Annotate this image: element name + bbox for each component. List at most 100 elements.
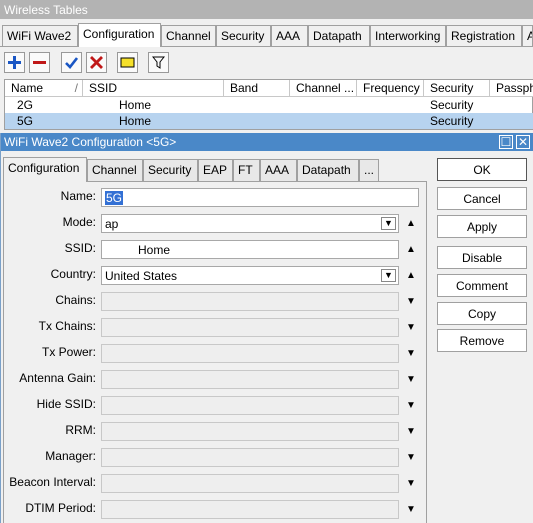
maximize-icon[interactable]: ☐ <box>499 135 513 149</box>
ssid-label: SSID: <box>64 241 96 255</box>
antenna-gain-label: Antenna Gain: <box>19 371 96 385</box>
dialog-tab-more[interactable]: ... <box>359 159 379 181</box>
dropdown-icon[interactable]: ▼ <box>381 217 396 230</box>
tx-chains-label: Tx Chains: <box>38 319 96 333</box>
rrm-field[interactable] <box>101 422 399 441</box>
country-select[interactable]: United States ▼ <box>101 266 399 285</box>
config-dialog: WiFi Wave2 Configuration <5G> ☐ ✕ Config… <box>0 133 533 523</box>
sort-icon: / <box>74 81 78 95</box>
manager-label: Manager: <box>45 449 96 463</box>
column-header-name[interactable]: Name / <box>5 80 83 97</box>
expand-icon[interactable]: ▼ <box>406 478 416 489</box>
column-header-frequency[interactable]: Frequency <box>357 80 424 97</box>
dialog-title-text: WiFi Wave2 Configuration <5G> <box>4 135 177 149</box>
tab-security[interactable]: Security <box>216 25 271 46</box>
tab-registration[interactable]: Registration <box>446 25 522 46</box>
mode-label: Mode: <box>62 215 96 229</box>
expand-icon[interactable]: ▼ <box>406 426 416 437</box>
table-row[interactable]: 2G Home Security <box>5 97 533 113</box>
cell-name: 2G <box>17 98 34 112</box>
dtim-period-label: DTIM Period: <box>25 501 96 515</box>
copy-button[interactable]: Copy <box>437 302 527 325</box>
disable-button[interactable]: Disable <box>437 246 527 269</box>
cell-security: Security <box>430 98 474 112</box>
tables-tabbar: WiFi Wave2 Configuration Channel Securit… <box>0 23 533 47</box>
check-icon[interactable] <box>61 52 82 73</box>
antenna-gain-field[interactable] <box>101 370 399 389</box>
country-label: Country: <box>50 267 96 281</box>
tx-chains-field[interactable] <box>101 318 399 337</box>
tab-wifi-wave2[interactable]: WiFi Wave2 <box>2 25 78 46</box>
collapse-icon[interactable]: ▲ <box>406 218 416 229</box>
note-icon[interactable] <box>117 52 138 73</box>
cell-name: 5G <box>17 114 34 128</box>
name-field[interactable]: 5G <box>101 188 419 207</box>
dialog-tab-configuration[interactable]: Configuration <box>3 157 87 182</box>
dialog-tab-datapath[interactable]: Datapath <box>297 159 359 181</box>
cell-ssid: Home <box>119 98 152 112</box>
ok-button[interactable]: OK <box>437 158 527 181</box>
collapse-icon[interactable]: ▲ <box>406 270 416 281</box>
table-row[interactable]: 5G Home Security <box>5 113 533 129</box>
dialog-tabbar: Configuration Channel Security EAP FT AA… <box>3 157 383 182</box>
tab-interworking[interactable]: Interworking <box>370 25 446 46</box>
column-name-label: Name <box>11 81 44 95</box>
beacon-interval-field[interactable] <box>101 474 399 493</box>
name-label: Name: <box>60 189 96 203</box>
column-header-ssid[interactable]: SSID <box>83 80 224 97</box>
cancel-button[interactable]: Cancel <box>437 187 527 210</box>
filter-icon[interactable] <box>148 52 169 73</box>
expand-icon[interactable]: ▼ <box>406 374 416 385</box>
x-icon[interactable] <box>86 52 107 73</box>
tab-more[interactable]: A <box>522 25 533 46</box>
expand-icon[interactable]: ▼ <box>406 348 416 359</box>
plus-icon[interactable] <box>4 52 25 73</box>
mode-select[interactable]: ap ▼ <box>101 214 399 233</box>
name-value: 5G <box>105 191 124 205</box>
expand-icon[interactable]: ▼ <box>406 400 416 411</box>
tab-channel[interactable]: Channel <box>161 25 216 46</box>
dialog-tab-eap[interactable]: EAP <box>198 159 233 181</box>
remove-button[interactable]: Remove <box>437 329 527 352</box>
column-header-channel[interactable]: Channel ... <box>290 80 357 97</box>
dropdown-icon[interactable]: ▼ <box>381 269 396 282</box>
comment-button[interactable]: Comment <box>437 274 527 297</box>
collapse-icon[interactable]: ▲ <box>406 244 416 255</box>
minus-icon[interactable] <box>29 52 50 73</box>
configuration-panel: Name: 5G Mode: ap ▼ ▲ SSID: Home ▲ Count… <box>3 181 427 523</box>
dialog-tab-aaa[interactable]: AAA <box>260 159 297 181</box>
chains-field[interactable] <box>101 292 399 311</box>
expand-icon[interactable]: ▼ <box>406 322 416 333</box>
country-value: United States <box>105 269 178 283</box>
mode-value: ap <box>105 217 119 231</box>
dialog-tab-ft[interactable]: FT <box>233 159 260 181</box>
rrm-label: RRM: <box>65 423 96 437</box>
dialog-title: WiFi Wave2 Configuration <5G> ☐ ✕ <box>1 133 533 151</box>
column-header-security[interactable]: Security <box>424 80 490 97</box>
chains-label: Chains: <box>55 293 96 307</box>
dialog-tab-security[interactable]: Security <box>143 159 198 181</box>
wireless-table: Name / SSID Band Channel ... Frequency S… <box>4 79 533 130</box>
toolbar <box>0 48 533 78</box>
tab-datapath[interactable]: Datapath <box>308 25 370 46</box>
tab-configuration[interactable]: Configuration <box>78 23 161 47</box>
dtim-period-field[interactable] <box>101 500 399 519</box>
expand-icon[interactable]: ▼ <box>406 296 416 307</box>
window-title: Wireless Tables <box>0 0 533 19</box>
close-icon[interactable]: ✕ <box>516 135 530 149</box>
manager-field[interactable] <box>101 448 399 467</box>
expand-icon[interactable]: ▼ <box>406 452 416 463</box>
hide-ssid-field[interactable] <box>101 396 399 415</box>
tx-power-field[interactable] <box>101 344 399 363</box>
ssid-field[interactable]: Home <box>101 240 399 259</box>
dialog-tab-channel[interactable]: Channel <box>87 159 143 181</box>
apply-button[interactable]: Apply <box>437 215 527 238</box>
column-header-band[interactable]: Band <box>224 80 290 97</box>
cell-ssid: Home <box>119 114 152 128</box>
tx-power-label: Tx Power: <box>41 345 96 359</box>
expand-icon[interactable]: ▼ <box>406 504 416 515</box>
hide-ssid-label: Hide SSID: <box>36 397 96 411</box>
tab-aaa[interactable]: AAA <box>271 25 308 46</box>
column-header-passphrase[interactable]: Passphr <box>490 80 533 97</box>
cell-security: Security <box>430 114 474 128</box>
